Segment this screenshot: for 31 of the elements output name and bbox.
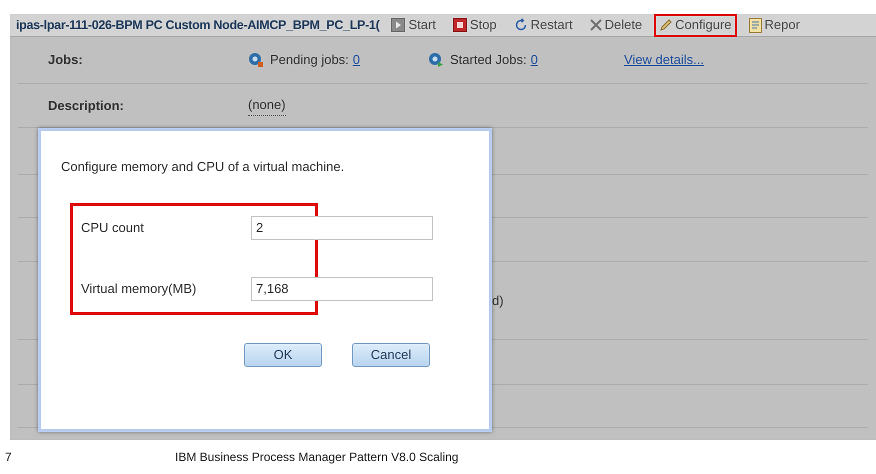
toolbar-button[interactable]: Configure [654,14,737,36]
dialog-button[interactable]: OK [244,342,322,366]
toolbar-button[interactable]: Start [386,14,441,36]
started-jobs-label: Started Jobs: [450,51,527,70]
field-label: Virtual memory(MB) [81,280,198,298]
pending-jobs-link[interactable]: 0 [352,50,360,70]
field-label: CPU count [81,218,145,237]
row-label: Description: [47,96,125,115]
row-label: Jobs: [47,51,84,70]
pencil-icon [659,18,672,32]
stop-icon [452,18,467,32]
description-value: (none) [248,95,286,116]
toolbar-button[interactable]: Stop [448,14,502,36]
toolbar-button[interactable]: Restart [508,14,578,36]
dialog-message: Configure memory and CPU of a virtual machine. [61,158,346,176]
footer-title: IBM Business Process Manager Pattern V8.0 Scaling [175,449,458,466]
row-value: d) [492,292,504,310]
input-field[interactable]: 7,168 [251,276,433,300]
circular-arrow-icon [514,18,528,32]
document-icon [748,18,762,32]
page-title: ipas-lpar-111-026-BPM PC Custom Node-AIMCP_BPM_PC_LP-1( [16,16,380,34]
view-details-link[interactable]: View details... [624,50,704,70]
play-icon [391,18,406,32]
toolbar-button[interactable]: Repor [744,14,805,36]
x-icon [590,19,602,31]
input-field[interactable]: 2 [251,216,433,240]
page-number: 7 [5,449,13,466]
pending-jobs-label: Pending jobs: [270,51,349,70]
started-jobs-link[interactable]: 0 [530,50,538,70]
toolbar-button[interactable]: Delete [584,14,648,36]
dialog-button[interactable]: Cancel [352,342,430,366]
